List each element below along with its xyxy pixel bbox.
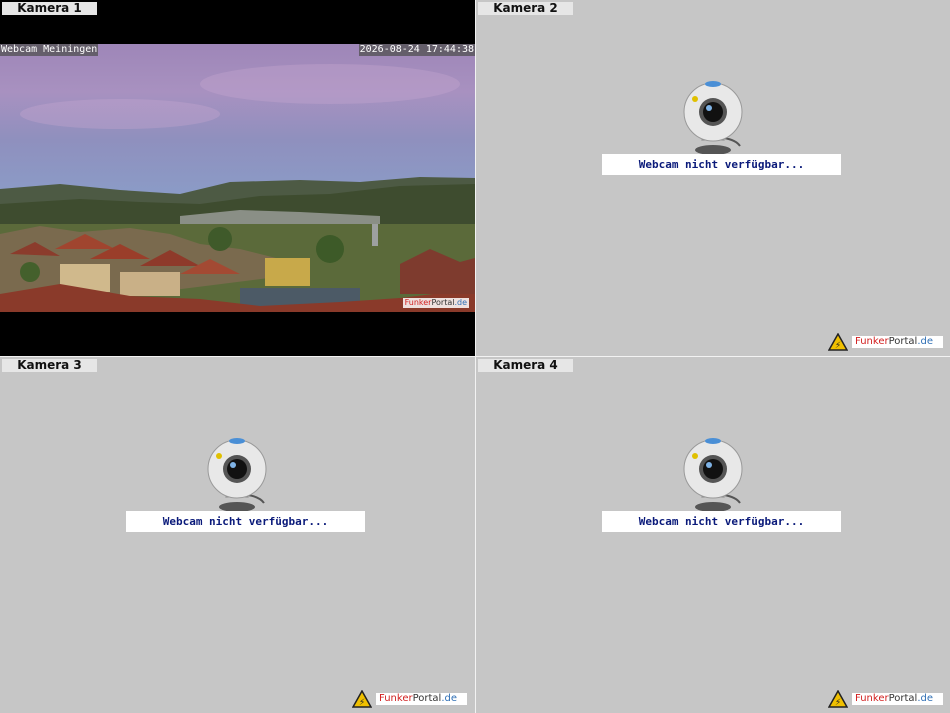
timestamp-overlay: 2026-08-24 17:44:38	[358, 44, 475, 56]
camera-name-overlay: Webcam Meiningen	[0, 44, 99, 56]
camera-1-label: Kamera 1	[2, 2, 97, 15]
svg-text:⚡: ⚡	[359, 698, 365, 708]
webcam-image: Webcam Meiningen 2026-08-24 17:44:38 Fun…	[0, 44, 475, 312]
funkerportal-logo[interactable]: ⚡ FunkerPortal.de	[352, 690, 467, 708]
svg-text:⚡: ⚡	[835, 698, 841, 708]
funkerportal-logo[interactable]: ⚡ FunkerPortal.de	[828, 690, 943, 708]
svg-text:⚡: ⚡	[835, 341, 841, 351]
logo-text: FunkerPortal.de	[852, 693, 943, 705]
camera-3-label: Kamera 3	[2, 359, 97, 372]
logo-text: FunkerPortal.de	[852, 336, 943, 348]
camera-1-panel[interactable]: Kamera 1 Webcam Meiningen 2026-08-24 17:…	[0, 0, 475, 356]
warning-triangle-icon: ⚡	[352, 690, 372, 708]
warning-triangle-icon: ⚡	[828, 690, 848, 708]
camera-2-label: Kamera 2	[478, 2, 573, 15]
webcam-icon	[683, 81, 743, 155]
webcam-icon	[207, 438, 267, 512]
camera-3-panel[interactable]: Kamera 3 Webcam nicht verfügbar... ⚡ Fun…	[0, 357, 475, 713]
camera-4-panel[interactable]: Kamera 4 Webcam nicht verfügbar... ⚡ Fun…	[476, 357, 950, 713]
funkerportal-watermark: FunkerPortal.de	[402, 298, 469, 308]
webcam-icon	[683, 438, 743, 512]
watermark-part3: .de	[454, 298, 467, 307]
funkerportal-logo[interactable]: ⚡ FunkerPortal.de	[828, 333, 943, 351]
watermark-part1: Funker	[404, 298, 432, 307]
landscape	[0, 177, 475, 312]
unavailable-message: Webcam nicht verfügbar...	[126, 511, 365, 532]
logo-text: FunkerPortal.de	[376, 693, 467, 705]
watermark-part2: Portal	[431, 298, 455, 307]
unavailable-message: Webcam nicht verfügbar...	[602, 511, 841, 532]
warning-triangle-icon: ⚡	[828, 333, 848, 351]
unavailable-message: Webcam nicht verfügbar...	[602, 154, 841, 175]
camera-4-label: Kamera 4	[478, 359, 573, 372]
grid-divider-horizontal	[0, 356, 950, 357]
camera-2-panel[interactable]: Kamera 2 Webcam nicht verfügbar... ⚡ Fun…	[476, 0, 950, 356]
